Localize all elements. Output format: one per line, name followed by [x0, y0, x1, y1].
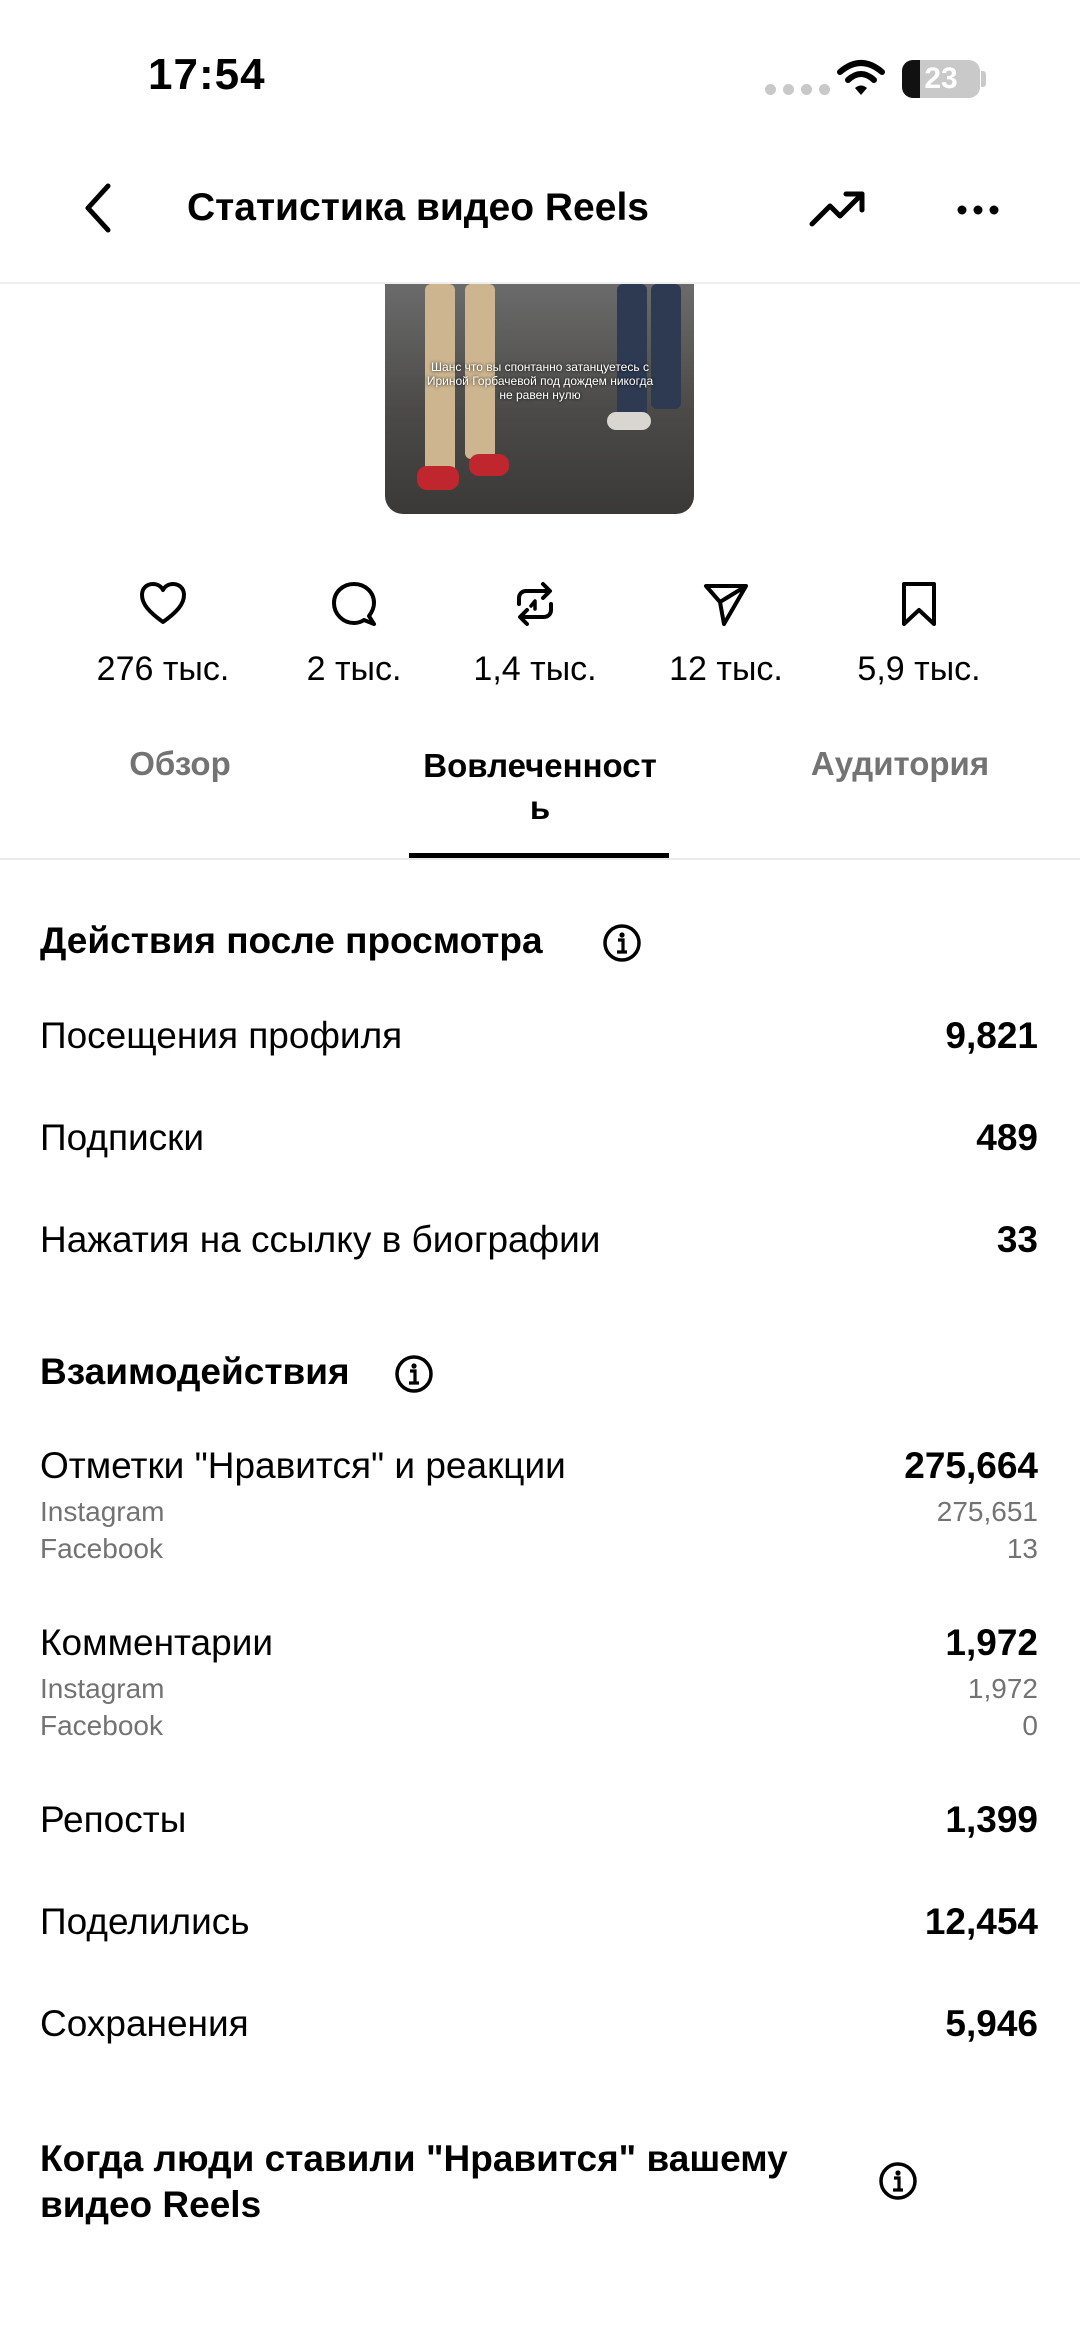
repost-icon	[517, 582, 553, 626]
comment-icon	[332, 582, 376, 626]
thumbnail-figure	[651, 284, 681, 409]
comments-stat: 2 тыс.	[264, 578, 444, 689]
share-icon	[704, 584, 748, 626]
tab-engagement[interactable]: Вовлеченност ь	[400, 745, 680, 829]
comments-value: 1,972	[945, 1622, 1038, 1663]
bio-link-taps-label: Нажатия на ссылку в биографии	[40, 1219, 601, 1260]
thumbnail-figure	[607, 412, 651, 430]
info-icon[interactable]	[878, 2161, 918, 2201]
profile-visits-label: Посещения профиля	[40, 1015, 403, 1056]
shares-label: Поделились	[40, 1901, 250, 1942]
likes-reactions-label: Отметки "Нравится" и реакции	[40, 1445, 566, 1486]
info-icon[interactable]	[602, 923, 642, 963]
page-title: Статистика видео Reels	[187, 186, 649, 229]
battery-icon: 23	[902, 60, 980, 98]
shares-stat: 12 тыс.	[636, 578, 816, 689]
status-time: 17:54	[148, 50, 266, 99]
comments-instagram-value: 1,972	[967, 1673, 1038, 1704]
back-arrow-icon[interactable]	[72, 178, 132, 238]
thumbnail-figure	[417, 466, 459, 490]
comments-label: Комментарии	[40, 1622, 274, 1663]
cellular-signal-icon	[765, 84, 830, 95]
likes-stat: 276 тыс.	[73, 578, 253, 689]
thumbnail-figure	[469, 454, 509, 476]
likes-instagram-value: 275,651	[936, 1496, 1038, 1527]
bookmark-icon	[902, 582, 936, 626]
bio-link-taps-value: 33	[996, 1219, 1038, 1260]
reposts-value: 1,399	[945, 1799, 1038, 1840]
status-bar: 17:54 23	[0, 0, 1080, 150]
tab-audience[interactable]: Аудитория	[790, 745, 1010, 783]
saves-stat: 5,9 тыс.	[829, 578, 1009, 689]
tab-engagement-label-wrap: ь	[529, 789, 551, 826]
tab-engagement-label: Вовлеченност	[423, 747, 657, 784]
wifi-icon	[837, 60, 885, 95]
saves-count: 5,9 тыс.	[857, 650, 981, 688]
comments-facebook-label: Facebook	[40, 1710, 163, 1741]
reposts-stat: 1,4 тыс.	[445, 578, 625, 689]
actions-section-title: Действия после просмотра	[40, 920, 543, 961]
likes-facebook-label: Facebook	[40, 1533, 163, 1564]
saves-value: 5,946	[945, 2003, 1038, 2044]
comments-facebook-value: 0	[1022, 1710, 1038, 1741]
follows-value: 489	[976, 1117, 1038, 1158]
reposts-count: 1,4 тыс.	[473, 650, 597, 688]
more-options-icon[interactable]	[948, 180, 1008, 240]
follows-label: Подписки	[40, 1117, 205, 1158]
shares-value: 12,454	[924, 1901, 1038, 1942]
battery-tip	[981, 71, 986, 87]
heart-icon	[140, 582, 186, 624]
likes-facebook-value: 13	[1006, 1533, 1038, 1564]
saves-label: Сохранения	[40, 2003, 249, 2044]
comments-instagram-label: Instagram	[40, 1673, 165, 1704]
battery-level: 23	[924, 62, 958, 95]
thumbnail-caption: Шанс что вы спонтанно затанцуетесь с Ири…	[426, 360, 654, 402]
top-bar: Статистика видео Reels	[0, 150, 1080, 284]
trending-icon[interactable]	[806, 180, 870, 240]
tab-overview[interactable]: Обзор	[100, 745, 260, 783]
profile-visits-value: 9,821	[945, 1015, 1038, 1056]
likes-instagram-label: Instagram	[40, 1496, 165, 1527]
likes-reactions-value: 275,664	[904, 1445, 1038, 1486]
tab-divider	[0, 858, 1080, 860]
interactions-section-title: Взаимодействия	[40, 1351, 350, 1392]
comments-count: 2 тыс.	[306, 650, 402, 688]
reel-thumbnail[interactable]: Шанс что вы спонтанно затанцуетесь с Ири…	[385, 284, 694, 514]
shares-count: 12 тыс.	[669, 650, 783, 688]
reposts-label: Репосты	[40, 1799, 187, 1840]
when-liked-section-title: Когда люди ставили "Нравится" вашему вид…	[40, 2138, 788, 2225]
info-icon[interactable]	[394, 1354, 434, 1394]
likes-count: 276 тыс.	[96, 650, 230, 688]
